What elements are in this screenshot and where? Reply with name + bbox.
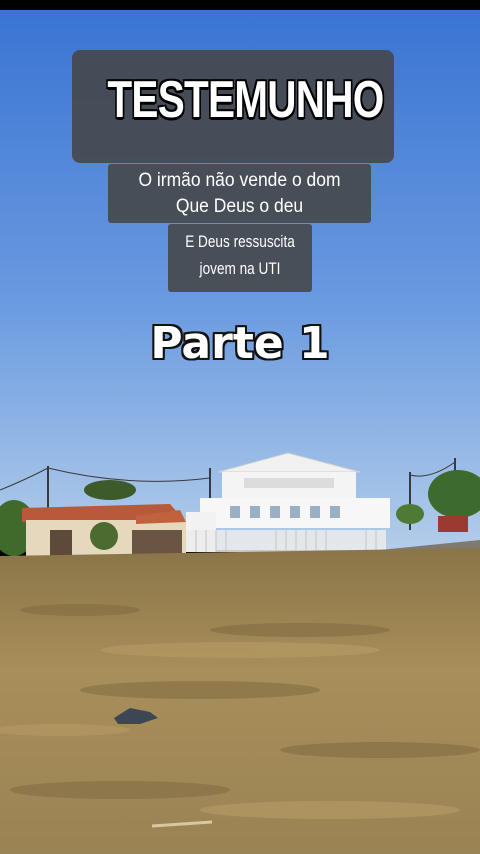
part-label: Parte 1 [150,318,330,369]
subtitle-caption: O irmão não vende o dom Que Deus o deu [108,164,371,223]
caption-line-2: jovem na UTI [199,259,281,278]
subtitle-line-2: Que Deus o deu [175,196,304,217]
houses [22,504,186,556]
title-text: TESTEMUNHO [107,71,384,129]
caption-line-1: E Deus ressuscita [185,232,295,251]
status-bar [0,0,480,10]
secondary-caption: E Deus ressuscita jovem na UTI [168,224,312,292]
subtitle-line-1: O irmão não vende o dom [138,170,341,191]
title-caption: TESTEMUNHO [72,50,394,163]
